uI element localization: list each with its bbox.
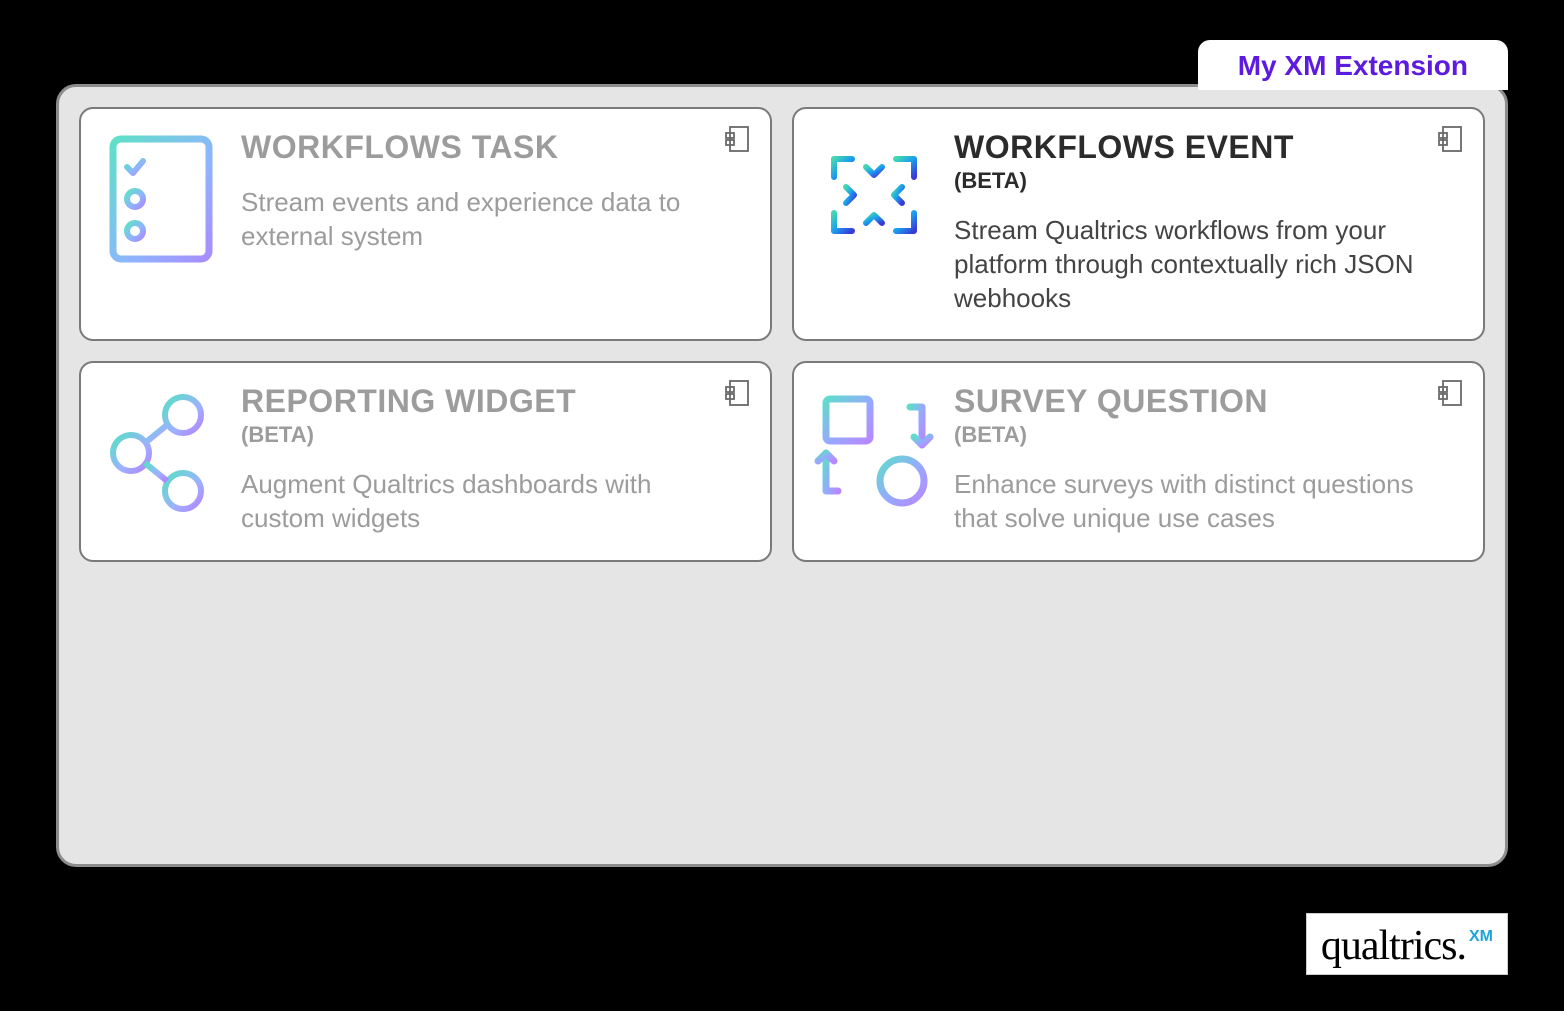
card-description: Stream events and experience data to ext… bbox=[241, 186, 710, 254]
plugin-icon bbox=[724, 379, 752, 412]
card-subtitle: (BETA) bbox=[954, 168, 1423, 194]
checklist-icon bbox=[101, 129, 221, 263]
card-title: REPORTING WIDGET bbox=[241, 383, 710, 420]
logo-suffix: XM bbox=[1469, 928, 1493, 946]
card-survey-question[interactable]: SURVEY QUESTION (BETA) Enhance surveys w… bbox=[792, 361, 1485, 562]
card-title: SURVEY QUESTION bbox=[954, 383, 1423, 420]
card-subtitle: (BETA) bbox=[954, 422, 1423, 448]
shape-swap-icon bbox=[814, 383, 934, 509]
plugin-icon bbox=[1437, 379, 1465, 412]
card-workflows-event[interactable]: WORKFLOWS EVENT (BETA) Stream Qualtrics … bbox=[792, 107, 1485, 341]
extension-panel: WORKFLOWS TASK Stream events and experie… bbox=[56, 84, 1508, 867]
cards-grid: WORKFLOWS TASK Stream events and experie… bbox=[79, 107, 1485, 562]
card-reporting-widget[interactable]: REPORTING WIDGET (BETA) Augment Qualtric… bbox=[79, 361, 772, 562]
extension-tab-label: My XM Extension bbox=[1238, 50, 1468, 81]
plugin-icon bbox=[1437, 125, 1465, 158]
plugin-icon bbox=[724, 125, 752, 158]
share-nodes-icon bbox=[101, 383, 221, 517]
logo-text: qualtrics bbox=[1321, 922, 1457, 970]
converge-arrows-icon bbox=[814, 129, 934, 255]
card-description: Stream Qualtrics workflows from your pla… bbox=[954, 214, 1423, 315]
extension-tab[interactable]: My XM Extension bbox=[1198, 40, 1508, 90]
card-workflows-task[interactable]: WORKFLOWS TASK Stream events and experie… bbox=[79, 107, 772, 341]
card-subtitle: (BETA) bbox=[241, 422, 710, 448]
card-title: WORKFLOWS TASK bbox=[241, 129, 710, 166]
card-description: Enhance surveys with distinct questions … bbox=[954, 468, 1423, 536]
card-description: Augment Qualtrics dashboards with custom… bbox=[241, 468, 710, 536]
qualtrics-logo: qualtrics. XM bbox=[1306, 913, 1508, 975]
card-title: WORKFLOWS EVENT bbox=[954, 129, 1423, 166]
